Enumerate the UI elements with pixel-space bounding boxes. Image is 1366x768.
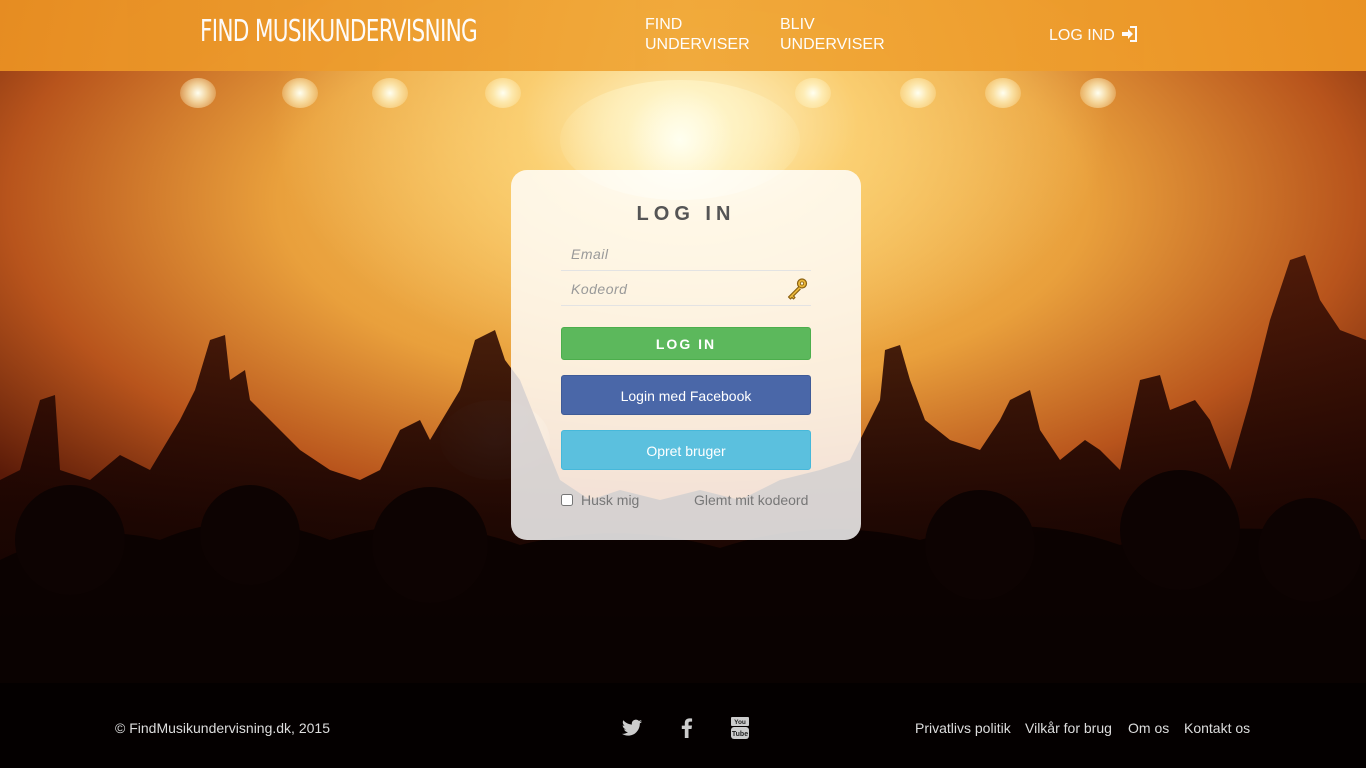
nav-find-teacher[interactable]: FIND UNDERVISER xyxy=(645,15,765,55)
sign-in-icon xyxy=(1122,26,1138,42)
key-icon xyxy=(787,278,808,300)
facebook-login-button[interactable]: Login med Facebook xyxy=(561,375,811,415)
nav-become-teacher[interactable]: BLIV UNDERVISER xyxy=(780,15,900,55)
twitter-icon[interactable] xyxy=(620,716,644,740)
remember-me-label: Husk mig xyxy=(581,492,640,508)
facebook-icon[interactable] xyxy=(675,716,699,740)
footer-link-terms[interactable]: Vilkår for brug xyxy=(1025,720,1112,736)
forgot-password-link[interactable]: Glemt mit kodeord xyxy=(694,492,808,508)
create-account-button[interactable]: Opret bruger xyxy=(561,430,811,470)
svg-text:You: You xyxy=(734,719,746,726)
login-button[interactable]: LOG IN xyxy=(561,327,811,360)
youtube-icon[interactable]: You Tube xyxy=(728,716,752,740)
footer-link-about[interactable]: Om os xyxy=(1128,720,1169,736)
nav-login-label: LOG IND xyxy=(1049,27,1115,44)
footer-link-contact[interactable]: Kontakt os xyxy=(1184,720,1250,736)
login-panel: LOG IN LOG IN Login med Facebook Opret b… xyxy=(511,170,861,540)
footer-link-privacy[interactable]: Privatlivs politik xyxy=(915,720,1011,736)
copyright-text: © FindMusikundervisning.dk, 2015 xyxy=(115,720,330,736)
password-input[interactable] xyxy=(561,272,811,306)
footer: © FindMusikundervisning.dk, 2015 You Tub… xyxy=(0,683,1366,768)
remember-me-checkbox[interactable] xyxy=(561,494,573,506)
email-input[interactable] xyxy=(561,237,811,271)
remember-me[interactable]: Husk mig xyxy=(561,492,639,508)
login-title: LOG IN xyxy=(636,203,736,225)
svg-text:Tube: Tube xyxy=(732,731,748,738)
nav-login-link[interactable]: LOG IND xyxy=(1049,26,1138,45)
site-logo[interactable]: FIND MUSIKUNDERVISNING xyxy=(200,14,478,49)
top-navbar: FIND MUSIKUNDERVISNING FIND UNDERVISER B… xyxy=(0,0,1366,71)
